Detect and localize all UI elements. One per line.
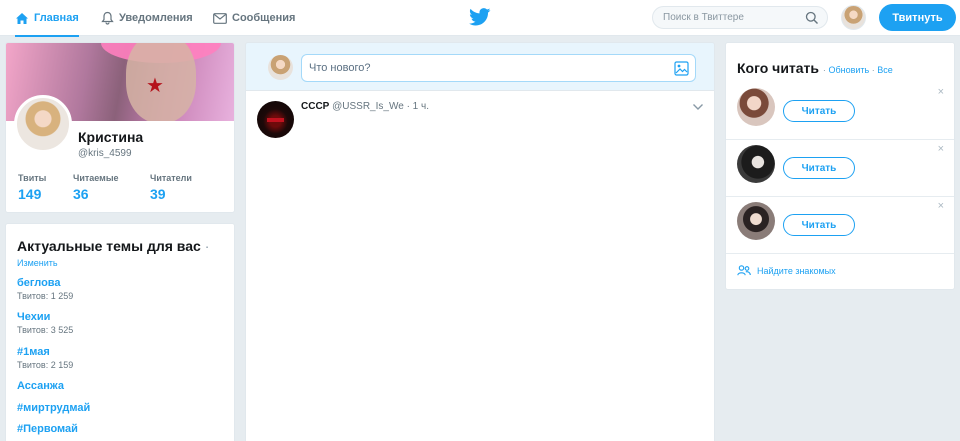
trends-title: Актуальные темы для вас · bbox=[17, 238, 209, 254]
chevron-down-icon[interactable] bbox=[692, 103, 704, 111]
tweet-time[interactable]: · 1 ч. bbox=[407, 101, 429, 112]
compose-avatar bbox=[268, 55, 293, 80]
refresh-link[interactable]: Обновить bbox=[828, 65, 869, 75]
stat-following-value: 36 bbox=[73, 186, 89, 202]
timeline: СССР @USSR_Is_We · 1 ч. bbox=[245, 91, 715, 441]
find-friends-label: Найдите знакомых bbox=[757, 265, 836, 276]
photo-icon[interactable] bbox=[674, 61, 689, 76]
stat-following[interactable]: Читаемые 36 bbox=[73, 173, 119, 202]
trend-item[interactable]: #Первомай bbox=[17, 423, 78, 435]
envelope-icon bbox=[213, 12, 227, 24]
profile-handle[interactable]: @kris_4599 bbox=[78, 148, 132, 159]
trend-count: Твитов: 2 159 bbox=[17, 360, 74, 370]
trend-name: #1мая bbox=[17, 346, 50, 358]
nav-home[interactable]: Главная bbox=[15, 0, 79, 37]
compose-box bbox=[245, 42, 715, 91]
trend-item[interactable]: #миртрудмай bbox=[17, 402, 90, 414]
trend-name: беглова bbox=[17, 277, 61, 289]
who-to-follow-card: Кого читать · Обновить · Все Читать × Чи… bbox=[725, 42, 955, 290]
star-icon: ★ bbox=[146, 75, 164, 97]
compose-field[interactable] bbox=[301, 54, 696, 82]
people-icon bbox=[737, 265, 751, 276]
who-to-follow-links: · Обновить · Все bbox=[823, 65, 893, 75]
search-box bbox=[652, 6, 828, 29]
nav-home-label: Главная bbox=[34, 12, 79, 24]
who-to-follow-title: Кого читать bbox=[737, 60, 820, 76]
nav-notifications-label: Уведомления bbox=[119, 12, 193, 24]
dismiss-icon[interactable]: × bbox=[938, 86, 944, 98]
follow-button[interactable]: Читать bbox=[783, 157, 855, 179]
trend-name: Ассанжа bbox=[17, 380, 64, 392]
stat-followers-label: Читатели bbox=[150, 173, 192, 183]
profile-avatar[interactable] bbox=[14, 95, 72, 153]
trends-card: Актуальные темы для вас · Изменить бегло… bbox=[5, 223, 235, 441]
separator: · bbox=[871, 65, 875, 75]
tweet-button[interactable]: Твитнуть bbox=[879, 4, 956, 31]
profile-name[interactable]: Кристина bbox=[78, 129, 143, 145]
trend-name: Чехии bbox=[17, 311, 51, 323]
tweet-avatar[interactable] bbox=[257, 101, 294, 138]
stat-tweets-label: Твиты bbox=[18, 173, 47, 183]
stat-tweets-value: 149 bbox=[18, 186, 42, 202]
follow-button[interactable]: Читать bbox=[783, 214, 855, 236]
view-all-link[interactable]: Все bbox=[877, 65, 893, 75]
trend-name: #Первомай bbox=[17, 423, 78, 435]
avatar-emblem bbox=[267, 118, 284, 122]
compose-input[interactable] bbox=[309, 62, 659, 74]
trends-change-link[interactable]: Изменить bbox=[17, 258, 58, 268]
trend-count: Твитов: 3 525 bbox=[17, 325, 74, 335]
nav-messages-label: Сообщения bbox=[232, 12, 296, 24]
search-icon[interactable] bbox=[805, 11, 819, 25]
trend-item[interactable]: Чехии Твитов: 3 525 bbox=[17, 311, 73, 335]
who-to-follow-header: Кого читать · Обновить · Все bbox=[737, 60, 893, 76]
home-icon bbox=[16, 12, 28, 24]
follow-button[interactable]: Читать bbox=[783, 100, 855, 122]
top-navigation-bar: Главная Уведомления Сообщения Твитнуть bbox=[0, 0, 960, 37]
nav-notifications[interactable]: Уведомления bbox=[101, 0, 193, 36]
twitter-bird-icon[interactable] bbox=[469, 8, 491, 26]
suggestion-avatar[interactable] bbox=[737, 202, 775, 240]
stat-following-label: Читаемые bbox=[73, 173, 119, 183]
tweet-author-handle[interactable]: @USSR_Is_We bbox=[332, 101, 404, 112]
trend-item[interactable]: беглова Твитов: 1 259 bbox=[17, 277, 73, 301]
account-avatar[interactable] bbox=[841, 5, 866, 30]
suggestion-item: Читать × bbox=[726, 140, 954, 197]
stat-followers[interactable]: Читатели 39 bbox=[150, 173, 192, 202]
stat-tweets[interactable]: Твиты 149 bbox=[18, 173, 46, 202]
separator: · bbox=[822, 65, 826, 75]
tweet-author-name[interactable]: СССР bbox=[301, 101, 329, 112]
trends-title-separator: · bbox=[204, 238, 210, 254]
stat-followers-value: 39 bbox=[150, 186, 166, 202]
profile-card: ★ Кристина @kris_4599 Твиты 149 Читаемые… bbox=[5, 42, 235, 213]
suggestion-avatar[interactable] bbox=[737, 88, 775, 126]
nav-messages[interactable]: Сообщения bbox=[213, 0, 295, 36]
trend-count: Твитов: 1 259 bbox=[17, 291, 74, 301]
tweet-header: СССР @USSR_Is_We · 1 ч. bbox=[301, 101, 429, 112]
dismiss-icon[interactable]: × bbox=[938, 200, 944, 212]
suggestion-item: Читать × bbox=[726, 83, 954, 140]
trend-name: #миртрудмай bbox=[17, 402, 91, 414]
bell-icon bbox=[101, 11, 114, 25]
trend-item[interactable]: #1мая Твитов: 2 159 bbox=[17, 346, 73, 370]
trends-title-text: Актуальные темы для вас bbox=[17, 238, 201, 254]
suggestion-avatar[interactable] bbox=[737, 145, 775, 183]
dismiss-icon[interactable]: × bbox=[938, 143, 944, 155]
find-friends-link[interactable]: Найдите знакомых bbox=[737, 265, 836, 276]
trend-item[interactable]: Ассанжа bbox=[17, 380, 64, 392]
search-input[interactable] bbox=[663, 12, 803, 23]
suggestion-item: Читать × bbox=[726, 197, 954, 254]
